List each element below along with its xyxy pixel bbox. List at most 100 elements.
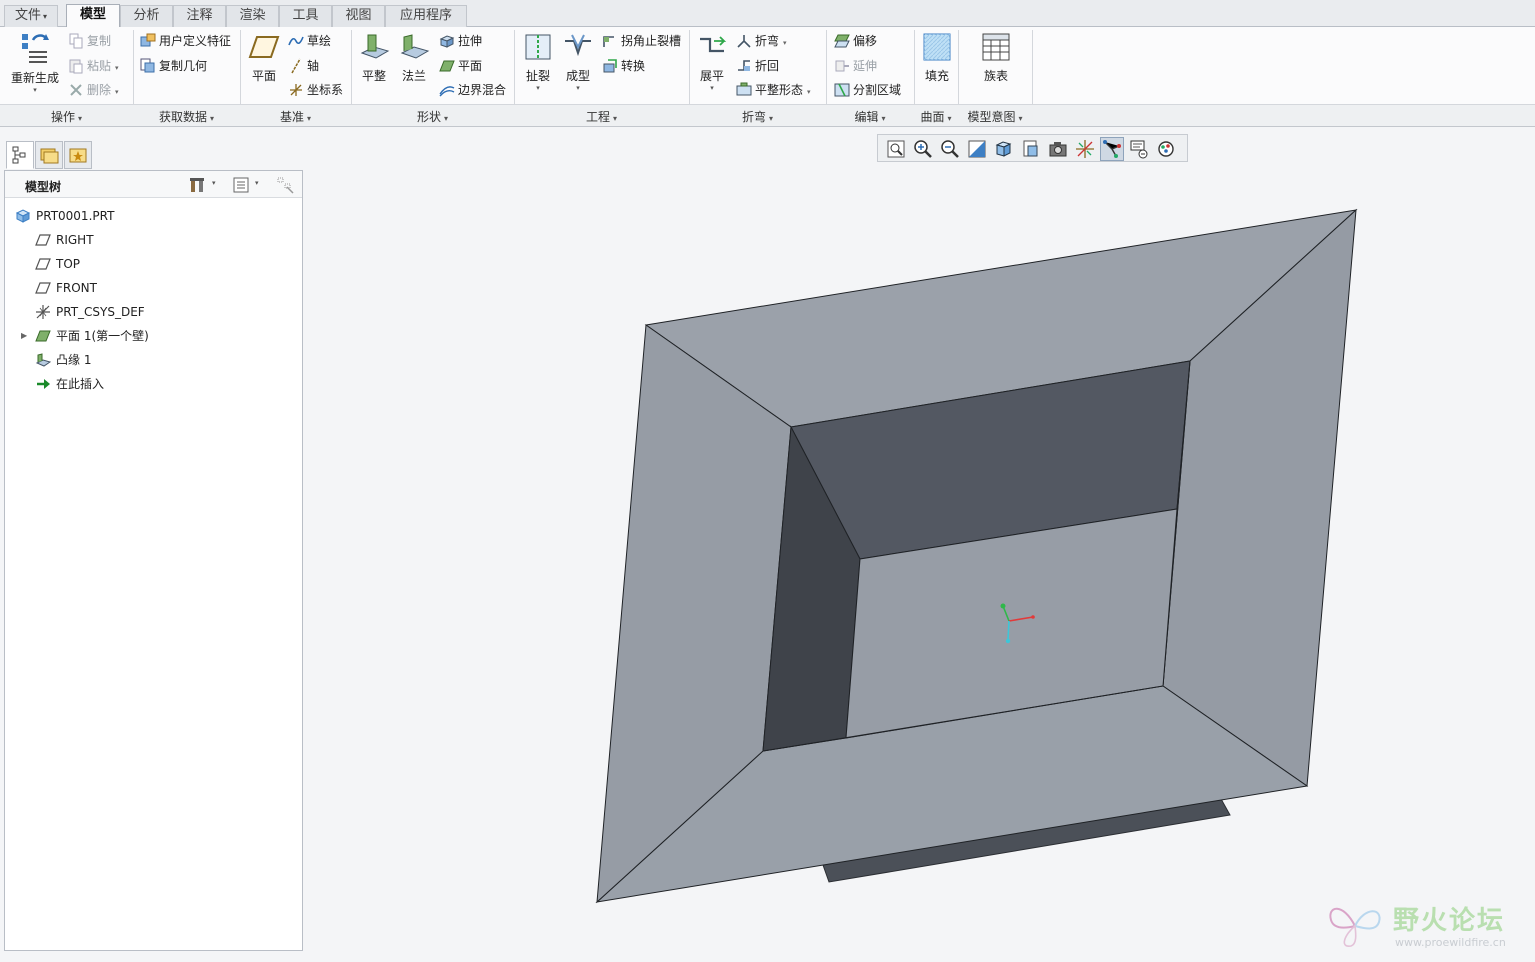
- tree-item-part[interactable]: PRT0001.PRT: [15, 205, 114, 227]
- family-table-button[interactable]: 族表: [974, 31, 1018, 84]
- corner-relief-button[interactable]: 拐角止裂槽: [602, 31, 681, 51]
- offset-button[interactable]: 偏移: [834, 31, 877, 51]
- navigator-tabs: [4, 139, 304, 171]
- datum-plane-button[interactable]: 平面: [246, 31, 282, 84]
- sketch-icon: [288, 36, 304, 45]
- extrude-button[interactable]: 拉伸: [439, 31, 482, 51]
- tab-folder-browser[interactable]: [35, 141, 63, 169]
- form-icon: [565, 34, 591, 57]
- bend-label: 折弯: [755, 34, 780, 48]
- copy-button[interactable]: 复制: [68, 31, 111, 51]
- extend-icon: [835, 60, 849, 71]
- paste-label: 粘贴: [87, 59, 112, 73]
- group-bends-label: 折弯: [741, 110, 766, 124]
- group-shapes-label: 形状: [416, 110, 441, 124]
- group-shapes[interactable]: 形状 ▾: [351, 108, 514, 125]
- split-area-icon: [834, 83, 850, 96]
- tab-view[interactable]: 视图: [332, 5, 385, 27]
- chevron-down-icon[interactable]: ▾: [212, 179, 216, 187]
- copy-label: 复制: [87, 34, 112, 48]
- tree-item-insert-here[interactable]: 在此插入: [35, 373, 104, 395]
- group-bends[interactable]: 折弯 ▾: [689, 108, 826, 125]
- tree-item-planar-wall[interactable]: ▶ 平面 1(第一个壁): [21, 325, 149, 347]
- tab-tools[interactable]: 工具: [279, 5, 332, 27]
- model-tree-panel: 模型树 ▾ ▾ PRT0001.PRT RIGHT TOP FRONT PRT_…: [4, 170, 303, 951]
- regenerate-icon: [22, 34, 49, 63]
- extend-button[interactable]: 延伸: [834, 56, 877, 76]
- butterfly-logo-icon: [1329, 907, 1381, 947]
- tab-model[interactable]: 模型: [66, 4, 120, 27]
- chevron-down-icon[interactable]: ▾: [255, 179, 259, 187]
- group-editing[interactable]: 编辑 ▾: [826, 108, 914, 125]
- chevron-down-icon: ▾: [307, 114, 312, 123]
- group-editing-label: 编辑: [854, 110, 879, 124]
- tab-file-label: 文件: [14, 8, 41, 23]
- group-get-data[interactable]: 获取数据 ▾: [133, 108, 240, 125]
- unbend-button[interactable]: 展平 ▾: [694, 31, 730, 92]
- group-datum[interactable]: 基准 ▾: [240, 108, 351, 125]
- udf-icon: [140, 33, 156, 46]
- tab-applications[interactable]: 应用程序: [385, 5, 467, 27]
- group-engineering[interactable]: 工程 ▾: [514, 108, 689, 125]
- expand-arrow-icon[interactable]: ▶: [21, 325, 27, 347]
- settings-tools-icon[interactable]: [188, 175, 208, 195]
- chevron-down-icon: ▾: [1018, 114, 1023, 123]
- tab-analysis[interactable]: 分析: [120, 5, 173, 27]
- planar-button[interactable]: 平面: [439, 56, 482, 76]
- chevron-down-icon: ▾: [769, 114, 774, 123]
- flange-button[interactable]: 法兰: [396, 31, 432, 84]
- bend-back-button[interactable]: 折回: [736, 56, 779, 76]
- paste-icon: [69, 59, 83, 73]
- tree-item-flange[interactable]: 凸缘 1: [35, 349, 91, 371]
- form-button[interactable]: 成型 ▾: [560, 31, 596, 92]
- model-tree-icon: [12, 146, 26, 164]
- tab-annotate[interactable]: 注释: [173, 5, 226, 27]
- paste-button[interactable]: 粘贴 ▾: [68, 56, 119, 76]
- sketch-button[interactable]: 草绘: [288, 31, 331, 51]
- axis-button[interactable]: 轴: [288, 56, 319, 76]
- fill-button[interactable]: 填充: [919, 31, 955, 84]
- flat-wall-button[interactable]: 平整: [356, 31, 392, 84]
- offset-icon: [834, 34, 850, 47]
- csys-button[interactable]: 坐标系: [288, 80, 343, 100]
- tree-item-right[interactable]: RIGHT: [35, 229, 94, 251]
- tree-item-label: 在此插入: [56, 377, 105, 391]
- tree-item-csys[interactable]: PRT_CSYS_DEF: [35, 301, 145, 323]
- group-datum-label: 基准: [279, 110, 304, 124]
- rip-button[interactable]: 扯裂 ▾: [520, 31, 556, 92]
- udf-button[interactable]: 用户定义特征: [140, 31, 231, 51]
- convert-button[interactable]: 转换: [602, 56, 645, 76]
- family-table-label: 族表: [983, 69, 1008, 83]
- tree-item-label: TOP: [56, 257, 81, 271]
- group-model-intent[interactable]: 模型意图 ▾: [958, 108, 1032, 125]
- split-area-label: 分割区域: [853, 83, 902, 97]
- ribbon-tab-strip: 文件 ▾ 模型 分析 注释 渲染 工具 视图 应用程序: [0, 0, 1535, 27]
- tab-favorites[interactable]: [64, 141, 92, 169]
- tree-item-front[interactable]: FRONT: [35, 277, 97, 299]
- group-model-intent-label: 模型意图: [967, 110, 1016, 124]
- tab-file[interactable]: 文件 ▾: [4, 5, 58, 27]
- tree-item-top[interactable]: TOP: [35, 253, 80, 275]
- show-columns-icon[interactable]: [231, 175, 251, 195]
- tab-render[interactable]: 渲染: [226, 5, 279, 27]
- graphics-viewport[interactable]: [306, 127, 1535, 962]
- group-surfaces[interactable]: 曲面 ▾: [914, 108, 958, 125]
- unbend-label: 展平: [699, 69, 724, 83]
- tab-model-tree[interactable]: [6, 141, 34, 169]
- regenerate-button[interactable]: 重新生成 ▾: [8, 31, 62, 94]
- chevron-down-icon: ▾: [613, 114, 618, 123]
- group-operations[interactable]: 操作 ▾: [0, 108, 133, 125]
- boundary-blend-button[interactable]: 边界混合: [439, 80, 506, 100]
- tab-model-label: 模型: [79, 7, 106, 22]
- convert-label: 转换: [621, 59, 646, 73]
- regenerate-label: 重新生成: [10, 71, 59, 85]
- csys-x-end: [1031, 615, 1035, 619]
- delete-button[interactable]: 删除 ▾: [68, 80, 119, 100]
- copy-geometry-label: 复制几何: [159, 59, 208, 73]
- bend-button[interactable]: 折弯 ▾: [736, 31, 787, 51]
- copy-geometry-button[interactable]: 复制几何: [140, 56, 207, 76]
- tree-filter-icon[interactable]: [275, 175, 295, 195]
- split-area-button[interactable]: 分割区域: [834, 80, 901, 100]
- flat-pattern-button[interactable]: 平整形态 ▾: [736, 80, 811, 100]
- extrude-icon: [439, 34, 455, 48]
